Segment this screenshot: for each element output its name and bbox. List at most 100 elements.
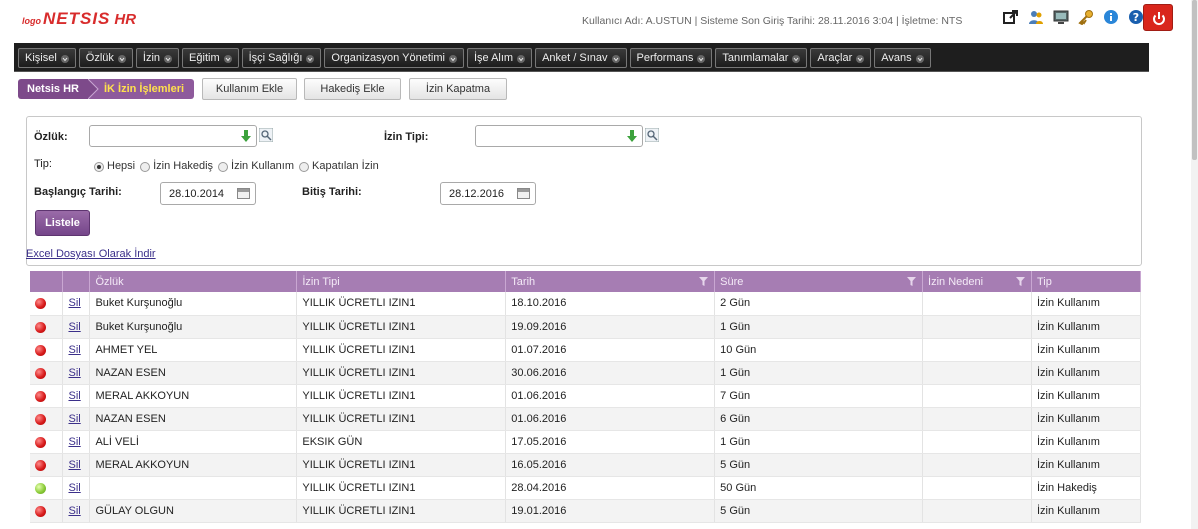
radio-izin-hakedis-dot[interactable] [140, 162, 151, 172]
cell-ozluk [89, 476, 298, 500]
netsis-hr-logo[interactable]: logo NETSIS HR [22, 9, 136, 29]
main-menu-bar: Kişisel Özlük İzin Eğitim İşçi Sağlığı Organi… [14, 43, 1149, 72]
menu-item-6[interactable]: İşe Alım [466, 48, 533, 68]
delete-link[interactable]: Sil [68, 505, 80, 517]
cell-sure: 1 Gün [714, 430, 924, 454]
menu-item-11[interactable]: Avans [874, 48, 931, 68]
cell-tarih: 30.06.2016 [505, 361, 716, 385]
status-cell [30, 384, 64, 408]
chevron-down-icon [164, 54, 173, 63]
izin-tipi-combo[interactable] [475, 125, 643, 147]
help-icon[interactable]: ? [1128, 9, 1144, 25]
users-icon[interactable] [1028, 9, 1044, 25]
chevron-down-icon [915, 54, 924, 63]
table-row[interactable]: Sil MERAL AKKOYUN YILLIK ÜCRETLI IZIN1 01.0… [30, 384, 1142, 408]
status-column-header [30, 271, 64, 292]
tip-radio-group: Hepsi İzin Hakediş İzin Kullanım Kapatıl… [94, 160, 382, 172]
tab-hakedis-ekle[interactable]: Hakediş Ekle [304, 78, 401, 100]
cell-izin-nedeni [922, 499, 1032, 523]
column-header-izin-tipi[interactable]: İzin Tipi [296, 271, 507, 292]
column-header-tip[interactable]: Tip [1031, 271, 1142, 292]
calendar-icon[interactable] [237, 188, 250, 199]
cell-ozluk: MERAL AKKOYUN [89, 384, 298, 408]
delete-link[interactable]: Sil [68, 436, 80, 448]
radio-izin-kullanim[interactable]: İzin Kullanım [218, 160, 294, 172]
cell-ozluk: AHMET YEL [89, 338, 298, 362]
delete-link[interactable]: Sil [68, 482, 80, 494]
cell-izin-nedeni [922, 315, 1032, 339]
menu-item-label: Eğitim [189, 52, 220, 64]
radio-hepsi[interactable]: Hepsi [94, 160, 135, 172]
menu-item-2[interactable]: İzin [135, 48, 180, 68]
cell-tarih: 01.07.2016 [505, 338, 716, 362]
green-arrow-down-icon[interactable] [240, 130, 252, 145]
filter-icon[interactable] [1015, 277, 1025, 289]
tip-label: Tip: [34, 158, 52, 170]
table-row[interactable]: Sil YILLIK ÜCRETLI IZIN1 28.04.2016 50 Gün İ… [30, 476, 1142, 500]
green-arrow-down-icon[interactable] [626, 130, 638, 145]
delete-link[interactable]: Sil [68, 459, 80, 471]
menu-item-0[interactable]: Kişisel [18, 48, 76, 68]
menu-item-7[interactable]: Anket / Sınav [535, 48, 627, 68]
page-scrollbar[interactable] [1191, 0, 1198, 529]
menu-item-1[interactable]: Özlük [78, 48, 133, 68]
column-header-ozluk[interactable]: Özlük [89, 271, 298, 292]
menu-item-8[interactable]: Performans [629, 48, 713, 68]
delete-cell: Sil [62, 361, 91, 385]
menu-item-3[interactable]: Eğitim [182, 48, 239, 68]
delete-link[interactable]: Sil [68, 344, 80, 356]
baslangic-tarihi-input[interactable]: 28.10.2014 [160, 182, 256, 205]
table-row[interactable]: Sil AHMET YEL YILLIK ÜCRETLI IZIN1 01.07.20… [30, 338, 1142, 362]
listele-button[interactable]: Listele [35, 210, 90, 236]
excel-download-link[interactable]: Excel Dosyası Olarak İndir [26, 248, 156, 260]
delete-link[interactable]: Sil [68, 390, 80, 402]
delete-link[interactable]: Sil [68, 321, 80, 333]
menu-item-5[interactable]: Organizasyon Yönetimi [324, 48, 464, 68]
table-row[interactable]: Sil ALİ VELİ EKSIK GÜN 17.05.2016 1 Gün İzin … [30, 430, 1142, 454]
cell-sure: 50 Gün [714, 476, 924, 500]
radio-kapatilan-izin[interactable]: Kapatılan İzin [299, 160, 379, 172]
delete-link[interactable]: Sil [68, 297, 80, 309]
table-row[interactable]: Sil Buket Kurşunoğlu YILLIK ÜCRETLI IZIN1 1… [30, 292, 1142, 316]
menu-item-4[interactable]: İşçi Sağlığı [241, 48, 322, 68]
tab-kullanim-ekle[interactable]: Kullanım Ekle [202, 78, 297, 100]
table-row[interactable]: Sil NAZAN ESEN YILLIK ÜCRETLI IZIN1 30.06.2… [30, 361, 1142, 385]
info-icon[interactable] [1103, 9, 1119, 25]
delete-cell: Sil [62, 315, 91, 339]
menu-item-9[interactable]: Tanımlamalar [715, 48, 808, 68]
radio-hepsi-dot[interactable] [94, 162, 104, 172]
external-link-icon[interactable] [1003, 9, 1019, 25]
table-row[interactable]: Sil GÜLAY OLGUN YILLIK ÜCRETLI IZIN1 19.01.… [30, 499, 1142, 523]
izin-tipi-search-icon[interactable] [644, 127, 660, 143]
delete-link[interactable]: Sil [68, 413, 80, 425]
table-row[interactable]: Sil Buket Kurşunoğlu YILLIK ÜCRETLI IZIN1 1… [30, 315, 1142, 339]
status-red-icon [35, 367, 46, 379]
filter-icon[interactable] [699, 277, 709, 289]
scrollbar-thumb[interactable] [1192, 0, 1197, 160]
cell-izin-tipi: YILLIK ÜCRETLI IZIN1 [296, 292, 507, 316]
radio-izin-kullanim-dot[interactable] [218, 162, 229, 172]
grid-body: Sil Buket Kurşunoğlu YILLIK ÜCRETLI IZIN1 1… [30, 292, 1142, 523]
tab-izin-kapatma[interactable]: İzin Kapatma [409, 78, 507, 100]
monitor-icon[interactable] [1053, 9, 1069, 25]
filter-icon[interactable] [907, 277, 917, 289]
cell-sure: 10 Gün [714, 338, 924, 362]
ozluk-search-icon[interactable] [258, 127, 274, 143]
column-header-tarih[interactable]: Tarih [505, 271, 716, 292]
bitis-tarihi-input[interactable]: 28.12.2016 [440, 182, 536, 205]
radio-kapatilan-izin-dot[interactable] [299, 162, 310, 172]
table-row[interactable]: Sil MERAL AKKOYUN YILLIK ÜCRETLI IZIN1 16.0… [30, 453, 1142, 477]
key-icon[interactable] [1078, 9, 1094, 26]
calendar-icon[interactable] [517, 188, 530, 199]
cell-tarih: 19.01.2016 [505, 499, 716, 523]
delete-link[interactable]: Sil [68, 367, 80, 379]
column-header-sure[interactable]: Süre [714, 271, 924, 292]
table-row[interactable]: Sil NAZAN ESEN YILLIK ÜCRETLI IZIN1 01.06.2… [30, 407, 1142, 431]
ozluk-combo[interactable] [89, 125, 257, 147]
radio-izin-hakedis[interactable]: İzin Hakediş [140, 160, 213, 172]
menu-item-10[interactable]: Araçlar [810, 48, 872, 68]
logout-button[interactable] [1143, 4, 1173, 31]
status-cell [30, 338, 64, 362]
column-header-izin-nedeni[interactable]: İzin Nedeni [922, 271, 1032, 292]
cell-tarih: 18.10.2016 [505, 292, 716, 316]
